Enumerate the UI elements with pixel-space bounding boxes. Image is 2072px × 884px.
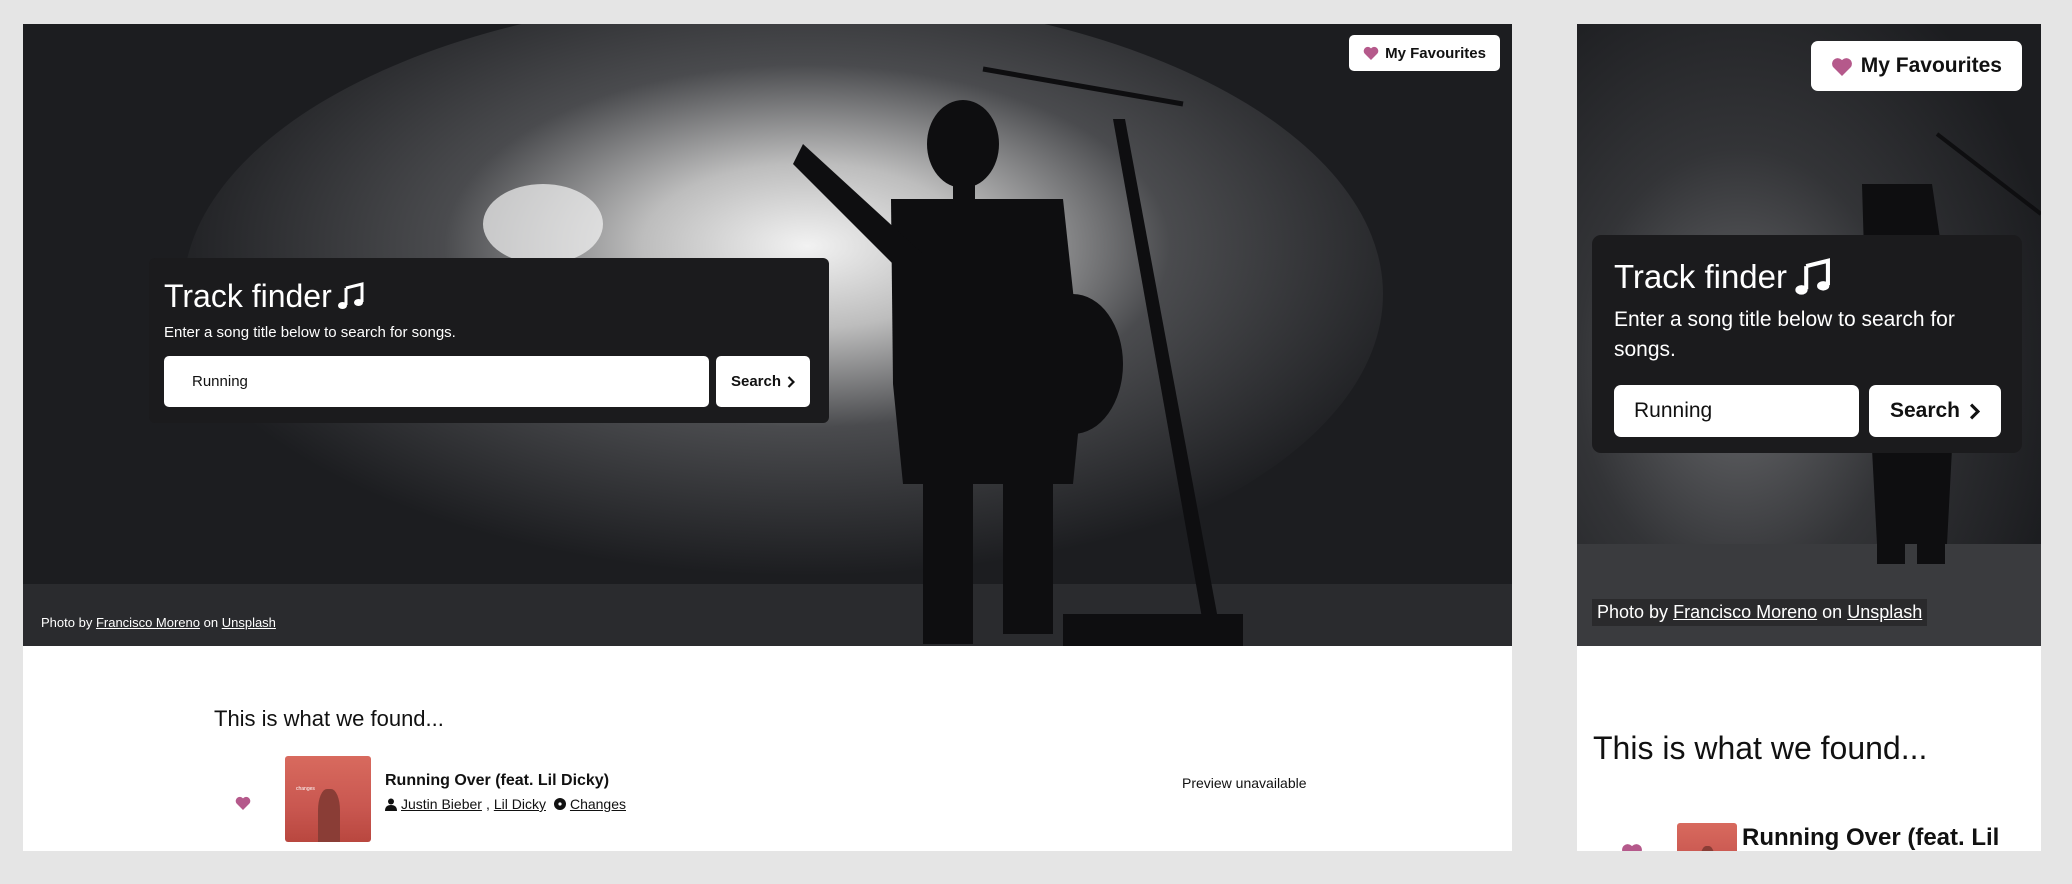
artist-link[interactable]: Justin Bieber xyxy=(401,796,482,812)
photographer-link[interactable]: Francisco Moreno xyxy=(1673,602,1817,622)
search-button[interactable]: Search xyxy=(716,356,810,407)
photo-credit: Photo by Francisco Moreno on Unsplash xyxy=(1592,599,1928,626)
album-cover: changes xyxy=(285,756,371,842)
credit-middle: on xyxy=(203,615,219,630)
hero-section: My Favourites Track finder Enter a song … xyxy=(1577,24,2041,646)
search-button-label: Search xyxy=(1889,399,1961,422)
favourite-toggle-heart-icon[interactable] xyxy=(235,796,251,810)
credit-middle: on xyxy=(1822,602,1843,622)
photographer-link[interactable]: Francisco Moreno xyxy=(96,615,200,630)
mobile-viewport: My Favourites Track finder Enter a song … xyxy=(1577,24,2041,851)
page-title-text: Track finder xyxy=(164,277,332,314)
music-note-icon xyxy=(1795,258,1831,296)
track-meta: Justin Bieber, Lil Dicky Changes xyxy=(385,796,626,812)
my-favourites-button[interactable]: My Favourites xyxy=(1349,35,1500,71)
album-link[interactable]: Changes xyxy=(570,796,626,812)
search-form: Search xyxy=(164,356,814,407)
favourite-toggle-heart-icon[interactable] xyxy=(1621,843,1643,851)
heart-icon xyxy=(1831,57,1853,76)
unsplash-link[interactable]: Unsplash xyxy=(1847,602,1922,622)
track-title: Running Over (feat. Lil Dicky) xyxy=(385,772,610,789)
search-panel: Track finder Enter a song title below to… xyxy=(1592,235,2022,453)
page-title-text: Track finder xyxy=(1614,258,1787,295)
page-title: Track finder xyxy=(164,276,814,316)
artist-link[interactable]: Lil Dicky xyxy=(494,796,546,812)
results-heading: This is what we found... xyxy=(1593,730,1928,766)
desktop-viewport: My Favourites Track finder Enter a song … xyxy=(23,24,1512,851)
preview-status: Preview unavailable xyxy=(1182,775,1307,791)
results-heading: This is what we found... xyxy=(214,706,444,731)
search-form: Search xyxy=(1614,385,2004,437)
album-cover-text: changes xyxy=(296,786,315,792)
user-icon xyxy=(385,798,397,811)
photo-credit: Photo by Francisco Moreno on Unsplash xyxy=(41,615,276,630)
album-cover: changes xyxy=(1677,823,1737,851)
search-instructions: Enter a song title below to search for s… xyxy=(1614,308,1955,361)
my-favourites-label: My Favourites xyxy=(1860,54,2002,77)
search-input[interactable] xyxy=(1614,385,1859,437)
credit-prefix: Photo by xyxy=(41,615,93,630)
search-panel: Track finder Enter a song title below to… xyxy=(149,258,829,423)
credit-prefix: Photo by xyxy=(1597,602,1669,622)
my-favourites-button[interactable]: My Favourites xyxy=(1810,41,2022,91)
chevron-right-icon xyxy=(1969,403,1981,420)
page-title: Track finder xyxy=(1614,255,2004,299)
track-title: Running Over (feat. Lil Dicky) xyxy=(1742,824,2000,851)
search-input[interactable] xyxy=(164,356,709,407)
unsplash-link[interactable]: Unsplash xyxy=(222,615,276,630)
chevron-right-icon xyxy=(787,375,796,388)
search-instructions: Enter a song title below to search for s… xyxy=(164,324,456,341)
heart-icon xyxy=(1363,46,1379,60)
album-disc-icon xyxy=(553,798,566,810)
hero-section: My Favourites Track finder Enter a song … xyxy=(23,24,1512,646)
search-button[interactable]: Search xyxy=(1869,385,2001,437)
music-note-icon xyxy=(337,282,364,310)
search-button-label: Search xyxy=(730,373,782,390)
my-favourites-label: My Favourites xyxy=(1385,44,1486,62)
